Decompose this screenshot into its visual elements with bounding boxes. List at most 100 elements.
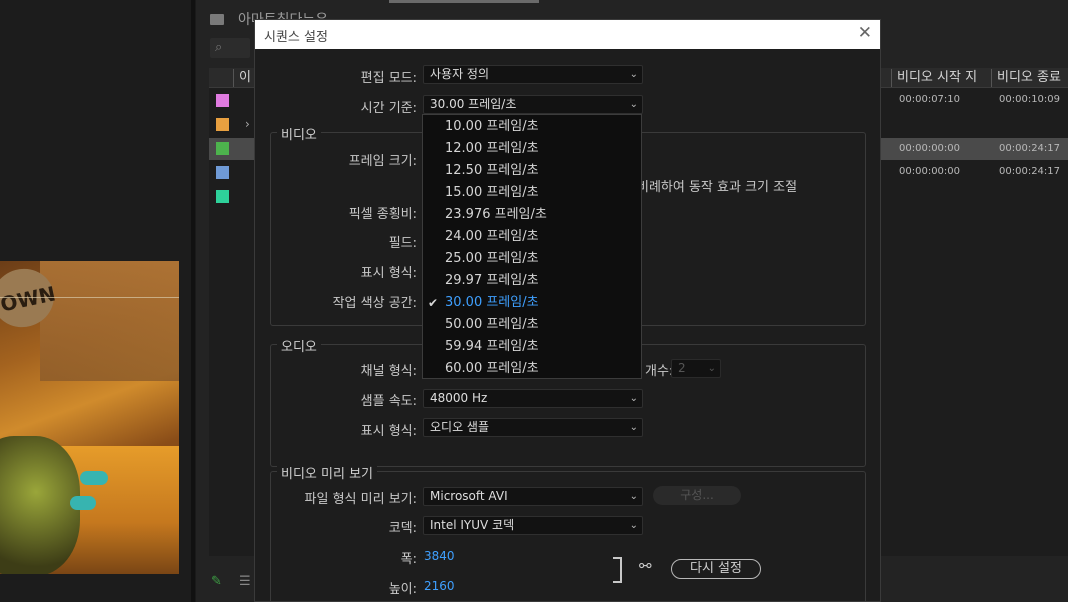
timebase-dropdown-list: 10.00 프레임/초 12.00 프레임/초 12.50 프레임/초 15.00 프…	[422, 114, 642, 379]
cell-video-end: 00:00:24:17	[999, 143, 1061, 154]
video-group-title: 비디오	[277, 124, 321, 143]
codec-value: Intel IYUV 코덱	[430, 518, 515, 532]
timebase-option[interactable]: 60.00 프레임/초	[423, 358, 641, 380]
label-color-swatch[interactable]	[216, 94, 229, 107]
search-icon: ⌕	[215, 40, 223, 55]
editing-mode-value: 사용자 정의	[430, 67, 490, 81]
chevron-down-icon: ⌄	[629, 422, 638, 433]
timebase-label: 시간 기준:	[360, 101, 417, 116]
chevron-down-icon: ⌄	[629, 69, 638, 80]
timebase-option[interactable]: 10.00 프레임/초	[423, 116, 641, 138]
editing-mode-select[interactable]: 사용자 정의 ⌄	[423, 65, 643, 84]
audio-group-title: 오디오	[277, 336, 321, 355]
timebase-option[interactable]: 50.00 프레임/초	[423, 314, 641, 336]
chevron-down-icon: ⌄	[629, 520, 638, 531]
channels-count-value: 2	[678, 361, 686, 375]
column-separator[interactable]	[891, 69, 892, 87]
video-preview-frame: OWN	[0, 261, 179, 574]
width-value[interactable]: 3840	[424, 549, 455, 563]
close-icon[interactable]: ✕	[858, 23, 872, 43]
label-color-swatch[interactable]	[216, 118, 229, 131]
aspect-link-bracket	[613, 557, 622, 583]
label-color-swatch[interactable]	[216, 190, 229, 203]
timebase-option-label: 25.00 프레임/초	[445, 251, 539, 266]
chevron-down-icon: ⌄	[629, 393, 638, 404]
chevron-down-icon: ⌄	[629, 99, 638, 110]
chevron-down-icon: ⌄	[629, 491, 638, 502]
timebase-option[interactable]: 29.97 프레임/초	[423, 270, 641, 292]
audio-display-format-value: 오디오 샘플	[430, 420, 490, 434]
video-character-finger	[80, 471, 108, 485]
cell-video-start: 00:00:00:00	[899, 166, 961, 177]
pixel-aspect-label: 픽셀 종횡비:	[348, 207, 417, 222]
scale-to-frame-text: 비례하여 동작 효과 크기 조절	[637, 180, 798, 195]
channel-format-label: 채널 형식:	[360, 364, 417, 379]
reset-button[interactable]: 다시 설정	[671, 559, 761, 579]
folder-icon	[210, 14, 224, 25]
panel-divider[interactable]	[191, 0, 195, 602]
cell-video-start: 00:00:00:00	[899, 143, 961, 154]
column-separator[interactable]	[991, 69, 992, 87]
timebase-option[interactable]: ✔ 30.00 프레임/초	[423, 292, 641, 314]
chevron-down-icon: ⌄	[707, 363, 716, 374]
working-color-space-label: 작업 색상 공간:	[332, 296, 417, 311]
codec-label: 코덱:	[388, 521, 417, 536]
timebase-option[interactable]: 23.976 프레임/초	[423, 204, 641, 226]
timebase-option-label: 15.00 프레임/초	[445, 185, 539, 200]
width-label: 폭:	[400, 552, 417, 567]
timebase-option[interactable]: 15.00 프레임/초	[423, 182, 641, 204]
editing-mode-label: 편집 모드:	[360, 71, 417, 86]
checkmark-icon: ✔	[428, 296, 439, 310]
timebase-option-label: 59.94 프레임/초	[445, 339, 539, 354]
video-display-format-label: 표시 형식:	[360, 266, 417, 281]
video-preview-group-title: 비디오 미리 보기	[277, 463, 377, 482]
video-character	[0, 436, 80, 574]
label-color-swatch[interactable]	[216, 142, 229, 155]
video-character-finger	[70, 496, 96, 510]
column-header-video-start[interactable]: 비디오 시작 지	[897, 69, 977, 87]
column-header-video-end[interactable]: 비디오 종료	[997, 69, 1061, 87]
audio-display-format-select[interactable]: 오디오 샘플 ⌄	[423, 418, 643, 437]
timebase-option[interactable]: 12.50 프레임/초	[423, 160, 641, 182]
sample-rate-label: 샘플 속도:	[360, 394, 417, 409]
timebase-option-label: 23.976 프레임/초	[445, 207, 547, 222]
fields-label: 필드:	[388, 236, 417, 251]
timebase-option-label: 30.00 프레임/초	[445, 295, 539, 310]
list-view-icon[interactable]: ☰	[239, 574, 251, 589]
configure-button[interactable]: 구성...	[653, 486, 741, 505]
timebase-option-label: 50.00 프레임/초	[445, 317, 539, 332]
timebase-option[interactable]: 12.00 프레임/초	[423, 138, 641, 160]
video-sky	[40, 261, 179, 381]
dialog-title: 시퀀스 설정	[264, 30, 328, 45]
channels-count-select[interactable]: 2 ⌄	[671, 359, 721, 378]
link-icon[interactable]: ⚯	[639, 557, 652, 575]
timebase-value: 30.00 프레임/초	[430, 97, 517, 111]
preview-file-format-value: Microsoft AVI	[430, 489, 508, 503]
video-guide-line	[0, 297, 179, 298]
frame-size-label: 프레임 크기:	[348, 154, 417, 169]
cell-video-start: 00:00:07:10	[899, 94, 961, 105]
chevron-right-icon[interactable]: ›	[245, 117, 250, 131]
project-tab-indicator	[389, 0, 539, 3]
column-separator[interactable]	[233, 69, 234, 87]
timebase-option[interactable]: 25.00 프레임/초	[423, 248, 641, 270]
timebase-option-label: 12.50 프레임/초	[445, 163, 539, 178]
cell-video-end: 00:00:24:17	[999, 166, 1061, 177]
cell-video-end: 00:00:10:09	[999, 94, 1061, 105]
timebase-select[interactable]: 30.00 프레임/초 ⌄	[423, 95, 643, 114]
timebase-option-label: 24.00 프레임/초	[445, 229, 539, 244]
column-header-name[interactable]: 이	[239, 69, 251, 87]
sample-rate-value: 48000 Hz	[430, 391, 488, 405]
height-label: 높이:	[388, 582, 417, 597]
dialog-titlebar[interactable]: 시퀀스 설정 ✕	[255, 20, 880, 49]
codec-select[interactable]: Intel IYUV 코덱 ⌄	[423, 516, 643, 535]
audio-display-format-label: 표시 형식:	[360, 424, 417, 439]
timebase-option[interactable]: 24.00 프레임/초	[423, 226, 641, 248]
sample-rate-select[interactable]: 48000 Hz ⌄	[423, 389, 643, 408]
preview-file-format-select[interactable]: Microsoft AVI ⌄	[423, 487, 643, 506]
channels-count-label: 개수:	[645, 364, 674, 379]
timebase-option[interactable]: 59.94 프레임/초	[423, 336, 641, 358]
pencil-icon[interactable]: ✎	[211, 574, 222, 589]
height-value[interactable]: 2160	[424, 579, 455, 593]
label-color-swatch[interactable]	[216, 166, 229, 179]
